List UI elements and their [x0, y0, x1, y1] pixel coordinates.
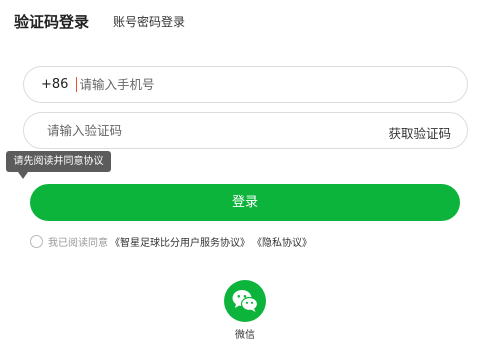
service-agreement-link[interactable]: 《智星足球比分用户服务协议》: [110, 234, 250, 249]
text-caret: [76, 77, 78, 92]
tab-sms-login[interactable]: 验证码登录: [14, 11, 89, 32]
wechat-login-button[interactable]: [224, 280, 266, 322]
phone-field[interactable]: +86: [23, 66, 468, 103]
get-code-button[interactable]: 获取验证码: [388, 123, 451, 142]
code-input[interactable]: [47, 113, 347, 148]
login-panel: 验证码登录 账号密码登录 +86 获取验证码 请先阅读并同意协议 登录 我已阅读…: [0, 0, 485, 360]
agreement-row: 我已阅读同意 《智星足球比分用户服务协议》 《隐私协议》: [30, 234, 312, 249]
agreement-radio[interactable]: [30, 235, 43, 248]
country-code[interactable]: +86: [41, 77, 68, 92]
agreement-tooltip: 请先阅读并同意协议: [6, 151, 111, 172]
tooltip-arrow: [18, 172, 28, 179]
wechat-label: 微信: [235, 330, 255, 341]
agreement-prefix: 我已阅读同意: [48, 238, 108, 249]
login-button[interactable]: 登录: [30, 184, 460, 221]
login-tabs: 验证码登录 账号密码登录: [14, 10, 185, 32]
code-field[interactable]: 获取验证码: [23, 112, 468, 149]
phone-input[interactable]: [79, 67, 380, 102]
privacy-agreement-link[interactable]: 《隐私协议》: [252, 234, 312, 249]
tab-password-login[interactable]: 账号密码登录: [113, 13, 185, 30]
wechat-icon: [232, 290, 259, 312]
